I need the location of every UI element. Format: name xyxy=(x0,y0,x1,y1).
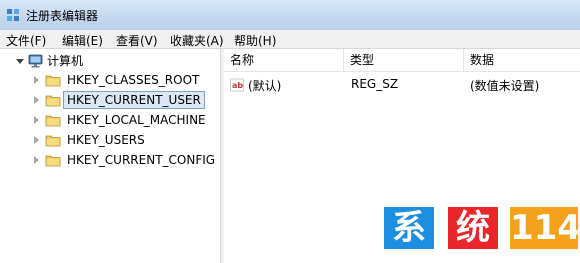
folder-icon xyxy=(45,155,61,167)
tree-root-computer[interactable]: 计算机 xyxy=(0,52,220,70)
tree-item-label: HKEY_LOCAL_MACHINE xyxy=(67,113,206,127)
folder-icon xyxy=(45,95,61,107)
tree-item-hkey-current-user[interactable]: HKEY_CURRENT_USER xyxy=(0,91,220,109)
header-divider xyxy=(224,71,580,72)
tree-item-label: HKEY_CURRENT_USER xyxy=(63,91,205,109)
svg-text:ab: ab xyxy=(232,81,243,90)
tree-item-hkey-local-machine[interactable]: HKEY_LOCAL_MACHINE xyxy=(0,111,220,129)
value-type: REG_SZ xyxy=(351,77,399,91)
menu-bar: 文件(F) 编辑(E) 查看(V) 收藏夹(A) 帮助(H) xyxy=(0,30,580,49)
collapse-icon[interactable] xyxy=(16,59,24,64)
expand-icon[interactable] xyxy=(34,96,39,104)
menu-view[interactable]: 查看(V) xyxy=(116,32,158,49)
folder-icon xyxy=(45,115,61,127)
watermark-char-3: 114 xyxy=(510,207,580,249)
regedit-icon xyxy=(7,9,19,21)
title-bar: 注册表编辑器 xyxy=(0,0,580,30)
expand-icon[interactable] xyxy=(34,76,39,84)
menu-edit[interactable]: 编辑(E) xyxy=(62,32,103,49)
tree-item-hkey-current-config[interactable]: HKEY_CURRENT_CONFIG xyxy=(0,151,220,169)
key-tree-pane: 计算机 HKEY_CLASSES_ROOT HKEY_CURRENT_USER … xyxy=(0,49,221,263)
column-header-type[interactable]: 类型 xyxy=(344,49,464,71)
watermark-char-1: 系 xyxy=(384,207,434,249)
string-value-icon: ab xyxy=(230,78,244,92)
window-title: 注册表编辑器 xyxy=(26,9,99,23)
tree-item-label: HKEY_USERS xyxy=(67,133,145,147)
column-header-data[interactable]: 数据 xyxy=(464,49,580,71)
computer-icon xyxy=(28,54,43,68)
folder-icon xyxy=(45,75,61,87)
tree-item-label: HKEY_CLASSES_ROOT xyxy=(67,73,200,87)
value-name: (默认) xyxy=(248,79,282,93)
menu-file[interactable]: 文件(F) xyxy=(6,32,46,49)
watermark-char-2: 统 xyxy=(448,207,498,249)
tree-root-label: 计算机 xyxy=(47,54,84,68)
menu-help[interactable]: 帮助(H) xyxy=(234,32,276,49)
expand-icon[interactable] xyxy=(34,156,39,164)
folder-icon xyxy=(45,135,61,147)
tree-item-hkey-classes-root[interactable]: HKEY_CLASSES_ROOT xyxy=(0,71,220,89)
expand-icon[interactable] xyxy=(34,136,39,144)
watermark-logo: 系 统 114 xyxy=(384,205,580,253)
value-list-pane: 名称 类型 数据 ab (默认) REG_SZ (数值未设置) 系 统 114 xyxy=(224,49,580,263)
expand-icon[interactable] xyxy=(34,116,39,124)
tree-item-label: HKEY_CURRENT_CONFIG xyxy=(67,153,216,167)
list-item[interactable]: ab (默认) REG_SZ (数值未设置) xyxy=(224,73,580,95)
menu-favorites[interactable]: 收藏夹(A) xyxy=(170,32,224,49)
column-header-name[interactable]: 名称 xyxy=(224,49,344,71)
tree-item-hkey-users[interactable]: HKEY_USERS xyxy=(0,131,220,149)
value-data: (数值未设置) xyxy=(470,79,540,93)
